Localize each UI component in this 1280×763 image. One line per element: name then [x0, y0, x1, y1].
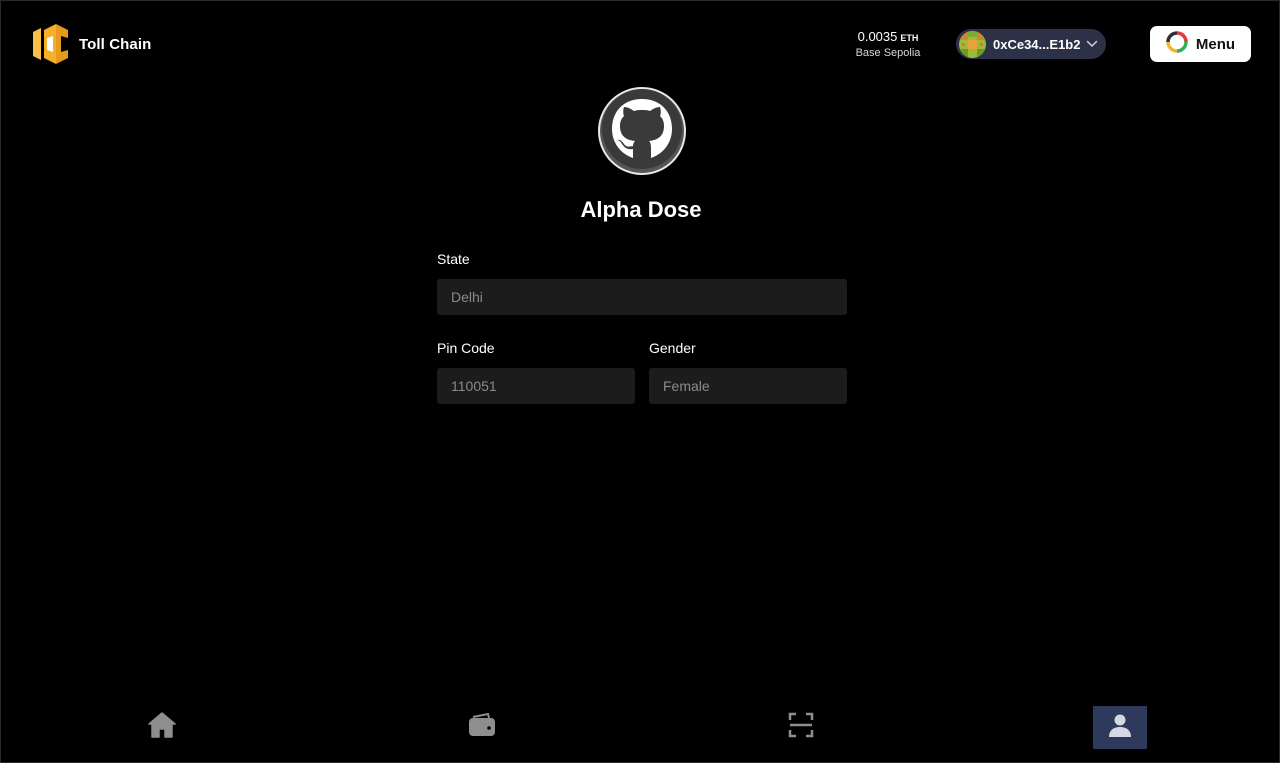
user-icon: [1107, 712, 1133, 743]
menu-button[interactable]: Menu: [1150, 26, 1251, 62]
account-button[interactable]: 0xCe34...E1b2: [956, 29, 1106, 59]
chevron-down-icon: [1086, 40, 1098, 48]
brand-name: Toll Chain: [79, 35, 152, 53]
app-logo[interactable]: Toll Chain: [31, 24, 151, 64]
nav-wallet[interactable]: [455, 706, 509, 749]
wallet-balance[interactable]: 0.0035 ETH Base Sepolia: [847, 29, 929, 59]
pin-code-input[interactable]: [437, 368, 635, 404]
gender-input[interactable]: [649, 368, 847, 404]
wallet-icon: [468, 712, 496, 742]
github-octocat-icon: [602, 89, 682, 173]
menu-ring-icon: [1166, 30, 1188, 58]
scan-icon: [788, 712, 814, 743]
app-frame: Toll Chain 0.0035 ETH Base Sepolia 0xCe34…: [0, 0, 1280, 763]
menu-label: Menu: [1195, 35, 1236, 53]
balance-amount: 0.0035: [857, 29, 898, 44]
profile-avatar: [598, 87, 686, 175]
gender-label: Gender: [649, 340, 696, 356]
account-avatar-icon: [959, 30, 986, 58]
nav-home[interactable]: [135, 706, 189, 749]
state-input[interactable]: [437, 279, 847, 315]
home-icon: [148, 712, 176, 743]
network-name: Base Sepolia: [855, 47, 921, 59]
pin-code-label: Pin Code: [437, 340, 495, 356]
profile-name: Alpha Dose: [580, 197, 702, 222]
account-address: 0xCe34...E1b2: [993, 36, 1081, 52]
nav-profile[interactable]: [1093, 706, 1147, 749]
state-label: State: [437, 251, 470, 267]
toll-chain-logo-icon: [31, 24, 69, 64]
balance-unit: ETH: [900, 33, 919, 43]
nav-scan[interactable]: [774, 706, 828, 749]
